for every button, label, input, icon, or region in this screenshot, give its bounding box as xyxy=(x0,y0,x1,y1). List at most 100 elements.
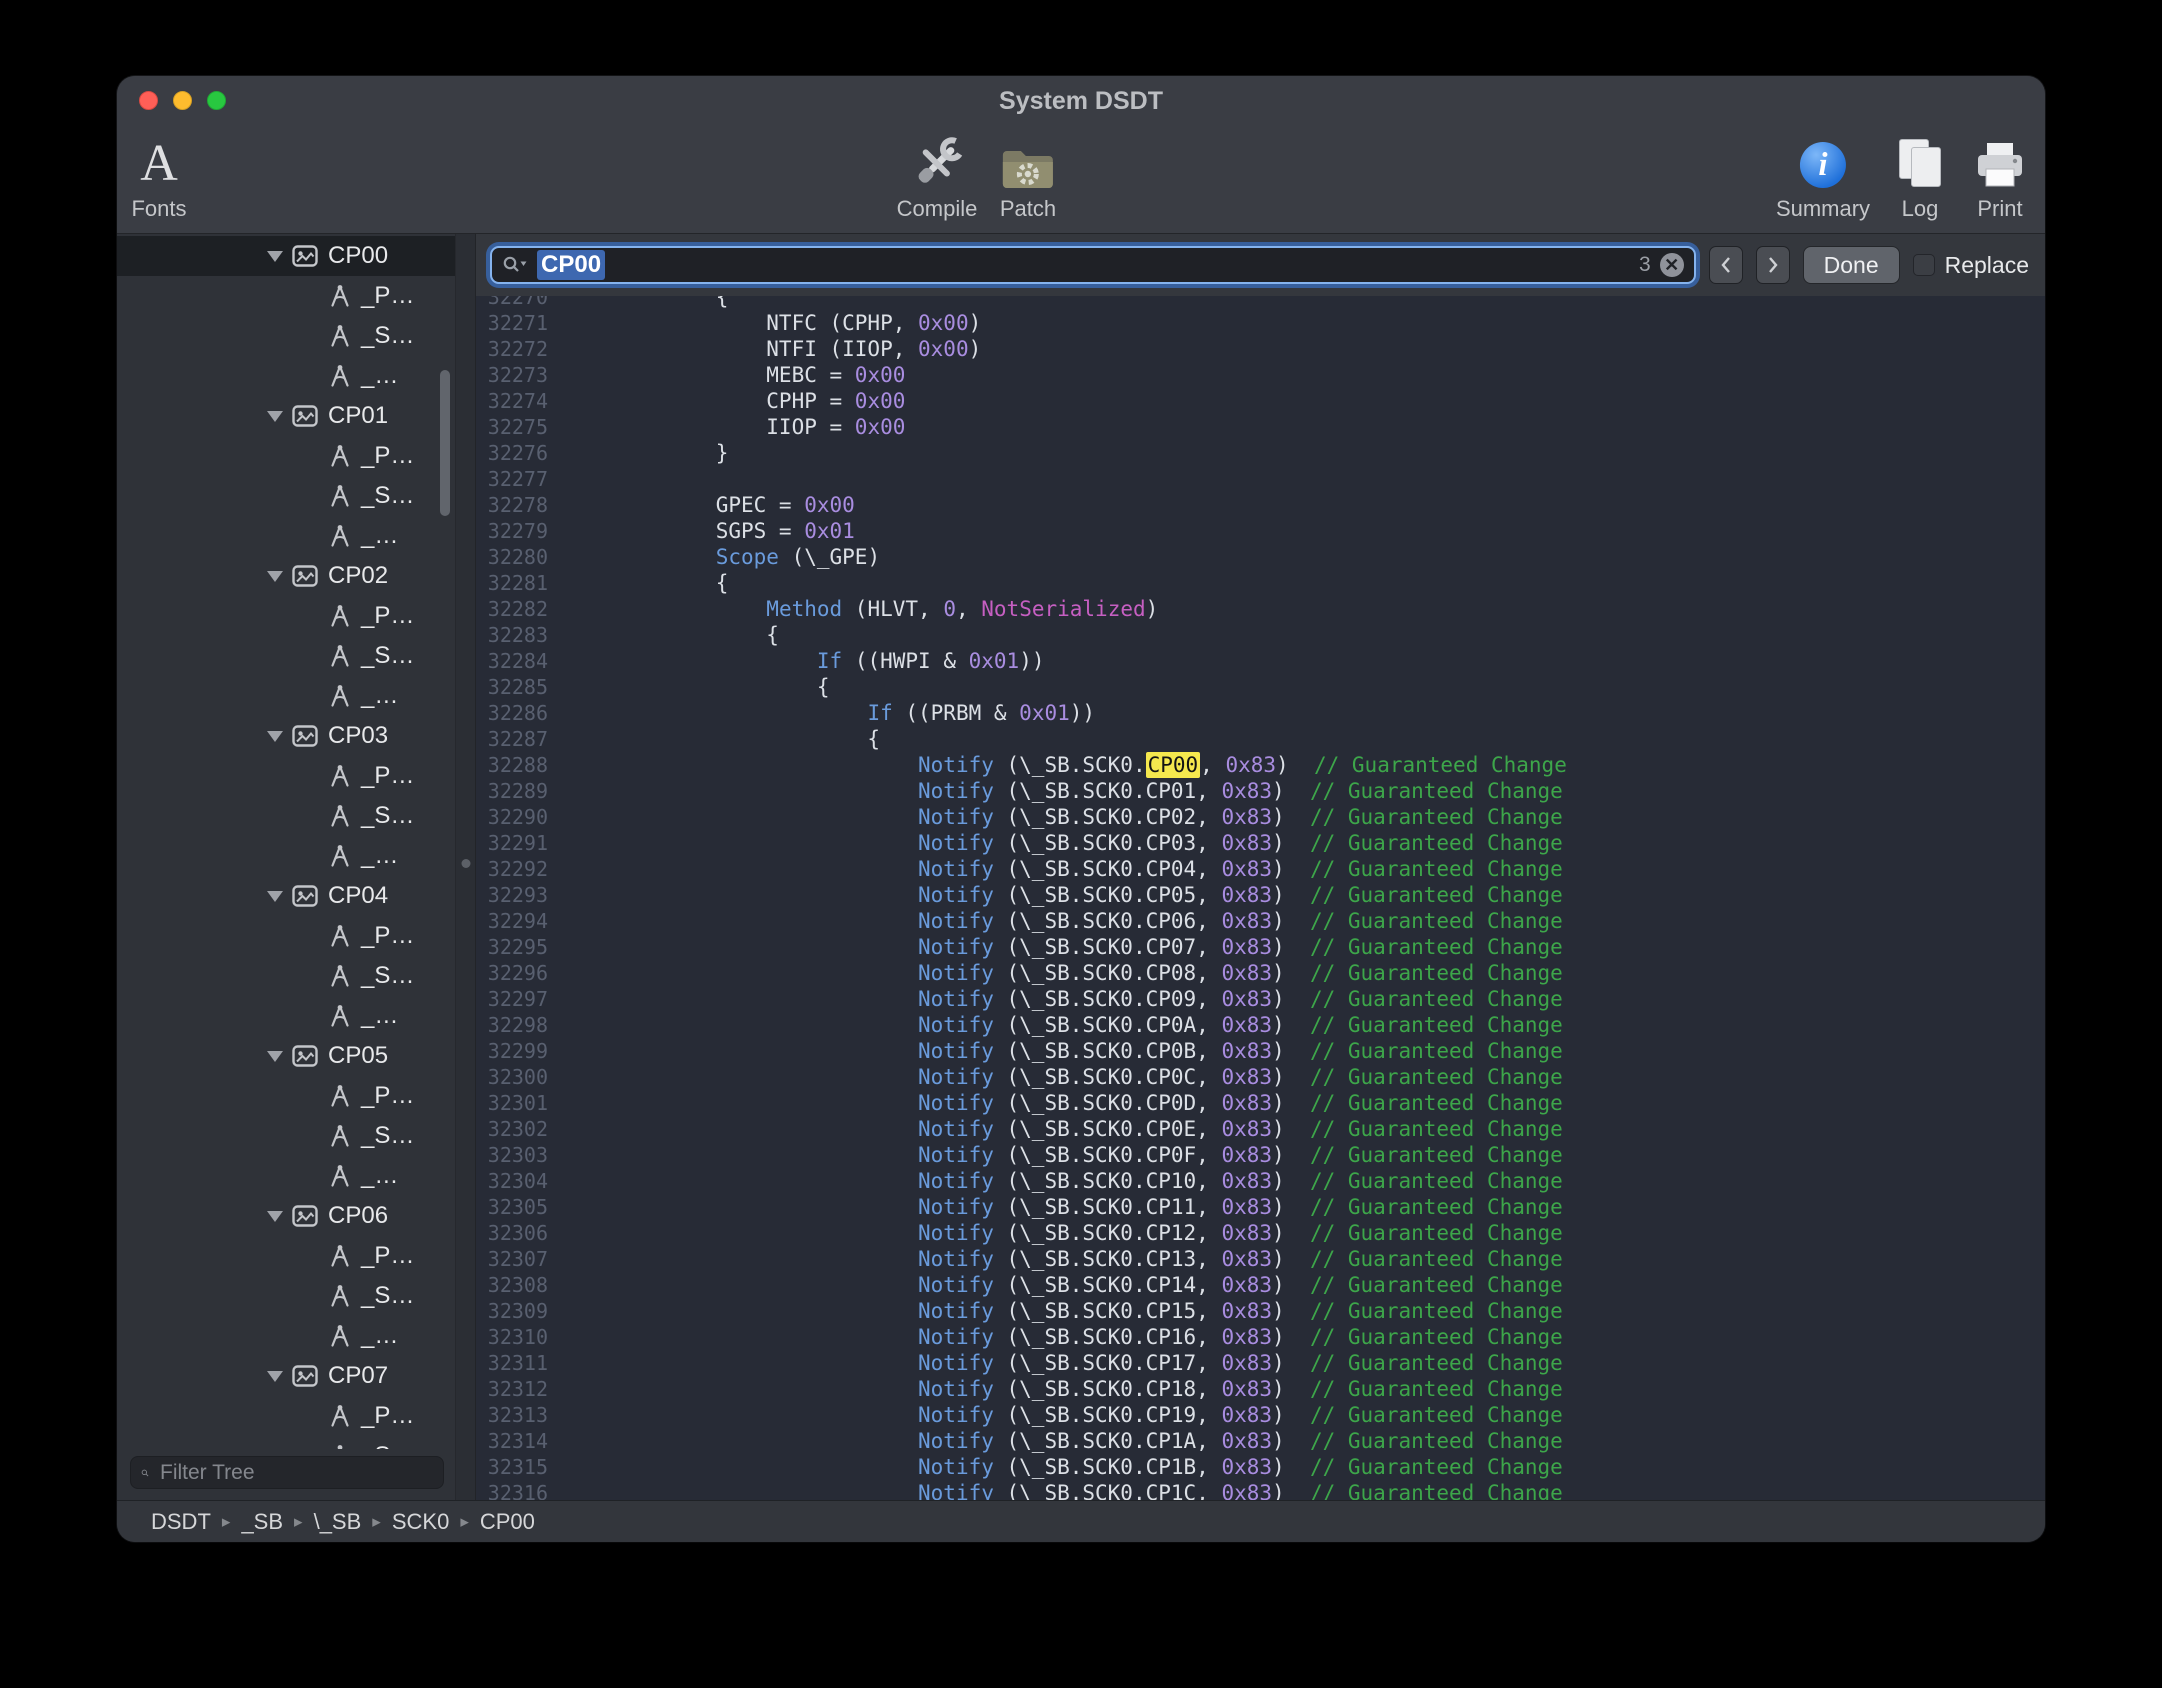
tree-item-cp00-child[interactable]: _S… xyxy=(117,316,455,356)
tree-item-cp05-child[interactable]: _P… xyxy=(117,1076,455,1116)
tree-item-cp05[interactable]: CP05 xyxy=(117,1036,455,1076)
tree-item-cp03-child[interactable]: _S… xyxy=(117,796,455,836)
tree-item-cp05-child[interactable]: _… xyxy=(117,1156,455,1196)
summary-button[interactable]: i Summary xyxy=(1776,132,1870,222)
tree-item-cp03[interactable]: CP03 xyxy=(117,716,455,756)
clear-search-button[interactable]: ✕ xyxy=(1660,253,1684,277)
chevron-left-icon xyxy=(1719,255,1733,275)
tree-item-cp03-child[interactable]: _… xyxy=(117,836,455,876)
compile-button[interactable]: Compile xyxy=(897,132,978,222)
code-line: 32302 Notify (\_SB.SCK0.CP0E, 0x83) // G… xyxy=(476,1116,2045,1142)
disclosure-triangle-icon[interactable] xyxy=(267,1051,283,1062)
tree-item-cp01-child[interactable]: _S… xyxy=(117,476,455,516)
close-button[interactable] xyxy=(139,91,158,110)
search-menu-icon[interactable] xyxy=(502,255,528,275)
tree-item-cp01[interactable]: CP01 xyxy=(117,396,455,436)
tree-item-label: _… xyxy=(361,682,398,710)
sidebar-scrollbar[interactable] xyxy=(440,370,450,516)
tree-item-label: CP04 xyxy=(328,882,388,910)
minimize-button[interactable] xyxy=(173,91,192,110)
method-icon xyxy=(329,284,351,308)
tree-item-cp07[interactable]: CP07 xyxy=(117,1356,455,1396)
tree-item-cp06-child[interactable]: _… xyxy=(117,1316,455,1356)
tree-item-cp07-child[interactable]: _S… xyxy=(117,1436,455,1449)
tree-item-cp04[interactable]: CP04 xyxy=(117,876,455,916)
tree-item-cp01-child[interactable]: _P… xyxy=(117,436,455,476)
tree-item-cp04-child[interactable]: _P… xyxy=(117,916,455,956)
line-number: 32311 xyxy=(476,1350,564,1376)
tree-item-cp06[interactable]: CP06 xyxy=(117,1196,455,1236)
disclosure-triangle-icon[interactable] xyxy=(267,1371,283,1382)
line-number: 32300 xyxy=(476,1064,564,1090)
code-line: 32285 { xyxy=(476,674,2045,700)
tree-item-cp02[interactable]: CP02 xyxy=(117,556,455,596)
line-number: 32275 xyxy=(476,414,564,440)
tree-item-cp00-child[interactable]: _… xyxy=(117,356,455,396)
tree-item-cp01-child[interactable]: _… xyxy=(117,516,455,556)
zoom-button[interactable] xyxy=(207,91,226,110)
fonts-button[interactable]: A Fonts xyxy=(131,132,186,222)
code-line: 32308 Notify (\_SB.SCK0.CP14, 0x83) // G… xyxy=(476,1272,2045,1298)
code-line: 32310 Notify (\_SB.SCK0.CP16, 0x83) // G… xyxy=(476,1324,2045,1350)
line-number: 32289 xyxy=(476,778,564,804)
method-icon xyxy=(329,964,351,988)
tree-item-cp04-child[interactable]: _S… xyxy=(117,956,455,996)
line-number: 32288 xyxy=(476,752,564,778)
code-line: 32300 Notify (\_SB.SCK0.CP0C, 0x83) // G… xyxy=(476,1064,2045,1090)
code-line: 32311 Notify (\_SB.SCK0.CP17, 0x83) // G… xyxy=(476,1350,2045,1376)
main-panel: CP00 3 ✕ Done Re xyxy=(476,234,2045,1500)
line-number: 32316 xyxy=(476,1480,564,1500)
tree-item-cp06-child[interactable]: _S… xyxy=(117,1276,455,1316)
method-icon xyxy=(329,324,351,348)
tree-item-cp00-child[interactable]: _P… xyxy=(117,276,455,316)
done-button[interactable]: Done xyxy=(1803,246,1900,284)
tree-item-label: _… xyxy=(361,1002,398,1030)
print-button[interactable]: Print xyxy=(1973,132,2027,222)
code-line: 32305 Notify (\_SB.SCK0.CP11, 0x83) // G… xyxy=(476,1194,2045,1220)
tree-item-cp05-child[interactable]: _S… xyxy=(117,1116,455,1156)
tree-item-cp02-child[interactable]: _S… xyxy=(117,636,455,676)
line-number: 32292 xyxy=(476,856,564,882)
line-number: 32279 xyxy=(476,518,564,544)
method-icon xyxy=(329,484,351,508)
find-next-button[interactable] xyxy=(1756,246,1790,284)
disclosure-triangle-icon[interactable] xyxy=(267,251,283,262)
line-number: 32273 xyxy=(476,362,564,388)
tree-item-cp00[interactable]: CP00 xyxy=(117,236,455,276)
method-icon xyxy=(329,604,351,628)
disclosure-triangle-icon[interactable] xyxy=(267,1211,283,1222)
breadcrumb-item[interactable]: SCK0 xyxy=(392,1509,449,1535)
log-button[interactable]: Log xyxy=(1894,132,1946,222)
patch-button[interactable]: Patch xyxy=(1000,132,1056,222)
find-previous-button[interactable] xyxy=(1709,246,1743,284)
traffic-lights xyxy=(139,76,226,124)
filter-tree-field[interactable] xyxy=(130,1456,444,1489)
compile-tools-icon xyxy=(909,132,965,192)
split-divider[interactable] xyxy=(455,234,476,1500)
breadcrumb-item[interactable]: DSDT xyxy=(151,1509,211,1535)
split-handle-icon[interactable] xyxy=(461,859,470,868)
disclosure-triangle-icon[interactable] xyxy=(267,411,283,422)
code-editor[interactable]: 32270 {32271 NTFC (CPHP, 0x00)32272 NTFI… xyxy=(476,296,2045,1500)
method-icon xyxy=(329,1444,351,1449)
disclosure-triangle-icon[interactable] xyxy=(267,731,283,742)
breadcrumb-item[interactable]: CP00 xyxy=(480,1509,535,1535)
tree-item-cp07-child[interactable]: _P… xyxy=(117,1396,455,1436)
code-line: 32289 Notify (\_SB.SCK0.CP01, 0x83) // G… xyxy=(476,778,2045,804)
tree-item-cp03-child[interactable]: _P… xyxy=(117,756,455,796)
filter-tree-input[interactable] xyxy=(158,1460,433,1486)
find-search-field[interactable]: CP00 3 ✕ xyxy=(490,246,1696,284)
replace-checkbox[interactable] xyxy=(1913,254,1935,276)
search-icon xyxy=(141,1464,149,1482)
breadcrumb-item[interactable]: \_SB xyxy=(314,1509,362,1535)
disclosure-triangle-icon[interactable] xyxy=(267,891,283,902)
tree-item-cp06-child[interactable]: _P… xyxy=(117,1236,455,1276)
tree-item-cp04-child[interactable]: _… xyxy=(117,996,455,1036)
method-icon xyxy=(329,924,351,948)
tree-item-cp02-child[interactable]: _P… xyxy=(117,596,455,636)
tree-item-cp02-child[interactable]: _… xyxy=(117,676,455,716)
disclosure-triangle-icon[interactable] xyxy=(267,571,283,582)
tree-item-label: _S… xyxy=(361,962,414,990)
breadcrumb-item[interactable]: _SB xyxy=(241,1509,283,1535)
line-number: 32296 xyxy=(476,960,564,986)
